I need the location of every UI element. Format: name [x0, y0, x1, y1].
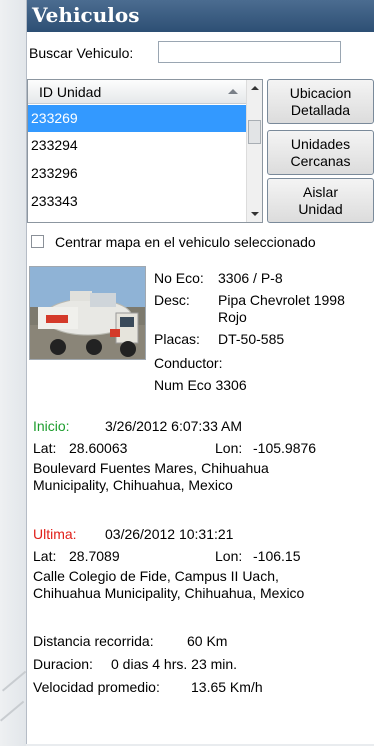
- no-eco-label: No Eco:: [154, 270, 204, 286]
- sort-ascending-icon: [228, 89, 238, 94]
- conductor-value: Num Eco 3306: [154, 377, 247, 393]
- ultima-address-line1: Calle Colegio de Fide, Campus II Uach,: [33, 568, 279, 584]
- scroll-down-icon[interactable]: [251, 212, 259, 216]
- inicio-address: Boulevard Fuentes Mares, Chihuahua Munic…: [33, 460, 373, 494]
- ultima-datetime: 03/26/2012 10:31:21: [105, 526, 234, 542]
- map-road-line: [2, 670, 27, 692]
- desc-value-line2: Rojo: [218, 309, 247, 325]
- button-label: Aislar: [302, 184, 338, 200]
- list-scrollbar[interactable]: [246, 80, 262, 222]
- placas-label: Placas:: [154, 331, 200, 347]
- ultima-lat-label: Lat:: [33, 548, 57, 564]
- ultima-lon-value: -106.15: [253, 548, 301, 564]
- inicio-address-line1: Boulevard Fuentes Mares, Chihuahua: [33, 460, 269, 476]
- button-label: Cercanas: [290, 153, 351, 169]
- column-header-label: ID Unidad: [39, 84, 102, 100]
- vehiculos-panel: Vehiculos Buscar Vehiculo: ID Unidad 233…: [26, 0, 374, 744]
- desc-value-line1: Pipa Chevrolet 1998: [218, 292, 345, 308]
- inicio-lat-label: Lat:: [33, 440, 57, 456]
- ultima-label: Ultima:: [33, 526, 77, 542]
- duracion-label: Duracion:: [33, 656, 93, 672]
- window-title: Vehiculos: [32, 3, 140, 27]
- search-input[interactable]: [158, 41, 341, 63]
- inicio-datetime: 3/26/2012 6:07:33 AM: [105, 418, 242, 434]
- inicio-lon-label: Lon:: [215, 440, 243, 456]
- column-header-id-unidad[interactable]: ID Unidad: [28, 80, 246, 104]
- distancia-label: Distancia recorrida:: [33, 633, 154, 649]
- placas-value: DT-50-585: [218, 331, 285, 347]
- inicio-label: Inicio:: [33, 418, 70, 434]
- distancia-value: 60 Km: [187, 633, 228, 649]
- center-map-label[interactable]: Centrar mapa en el vehiculo seleccionado: [55, 234, 316, 250]
- list-item[interactable]: 233269: [28, 105, 246, 132]
- ultima-address-line2: Chihuahua Municipality, Chihuahua, Mexic…: [33, 585, 305, 601]
- list-item[interactable]: 233296: [28, 160, 246, 187]
- scroll-thumb[interactable]: [248, 120, 261, 144]
- map-road-line: [0, 700, 25, 722]
- search-label: Buscar Vehiculo:: [29, 45, 134, 61]
- ultima-lat-value: 28.7089: [69, 548, 120, 564]
- scroll-up-icon[interactable]: [251, 86, 259, 90]
- aislar-unidad-button[interactable]: Aislar Unidad: [267, 178, 374, 223]
- velocidad-label: Velocidad promedio:: [33, 679, 160, 695]
- center-map-checkbox[interactable]: [31, 235, 44, 248]
- button-label: Unidades: [290, 136, 351, 152]
- ultima-address: Calle Colegio de Fide, Campus II Uach, C…: [33, 568, 373, 602]
- unidades-cercanas-button[interactable]: Unidades Cercanas: [267, 130, 374, 175]
- duracion-value: 0 dias 4 hrs. 23 min.: [111, 656, 238, 672]
- conductor-label: Conductor:: [154, 355, 223, 371]
- ultima-lon-label: Lon:: [215, 548, 243, 564]
- vehicle-photo: [29, 266, 146, 360]
- inicio-lon-value: -105.9876: [253, 440, 317, 456]
- vehicle-list[interactable]: ID Unidad 233269 233294 233296 233343: [27, 79, 263, 223]
- title-bar: Vehiculos: [27, 0, 374, 32]
- velocidad-value: 13.65 Km/h: [191, 679, 263, 695]
- button-label: Ubicacion: [289, 85, 352, 101]
- list-item[interactable]: 233294: [28, 132, 246, 159]
- inicio-lat-value: 28.60063: [69, 440, 128, 456]
- list-item[interactable]: 233343: [28, 188, 246, 215]
- no-eco-value: 3306 / P-8: [218, 270, 283, 286]
- truck-image: [30, 267, 145, 359]
- map-background-edge: [0, 0, 27, 746]
- desc-label: Desc:: [154, 292, 190, 308]
- button-label: Unidad: [298, 201, 343, 217]
- ubicacion-detallada-button[interactable]: Ubicacion Detallada: [267, 79, 374, 124]
- button-label: Detallada: [290, 102, 351, 118]
- inicio-address-line2: Municipality, Chihuahua, Mexico: [33, 477, 233, 493]
